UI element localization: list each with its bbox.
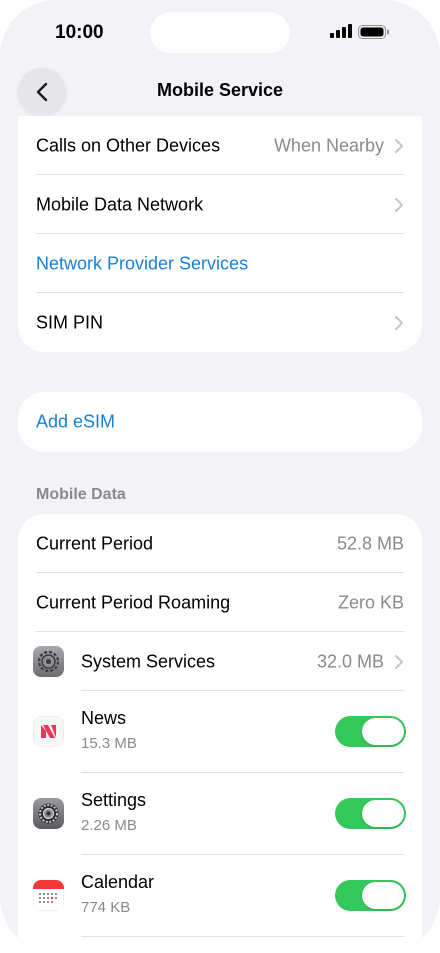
navigation-bar: Mobile Service (0, 66, 440, 116)
calendar-toggle[interactable] (335, 880, 406, 911)
dynamic-island (150, 12, 290, 53)
mobile-data-group: Current Period 52.8 MB Current Period Ro… (18, 514, 422, 953)
row-label: Current Period (36, 533, 154, 553)
row-label: Calls on Other Devices (36, 135, 221, 155)
network-provider-services-link[interactable]: Network Provider Services (18, 234, 422, 293)
row-value: 52.8 MB (336, 533, 404, 553)
page-title: Mobile Service (156, 80, 284, 100)
toggle-knob (362, 800, 404, 827)
row-label: Current Period Roaming (36, 592, 231, 612)
cellular-signal-icon (330, 24, 352, 38)
calendar-icon (33, 880, 64, 911)
network-settings-group: Calls on Other Devices When Nearby Mobil… (18, 116, 422, 352)
app-usage: 2.26 MB (81, 817, 137, 834)
row-value: 32.0 MB (316, 651, 384, 671)
mobile-data-network-row[interactable]: Mobile Data Network (18, 175, 422, 234)
news-icon (33, 716, 64, 747)
row-label: SIM PIN (36, 312, 104, 332)
system-services-gear-icon (33, 646, 64, 677)
news-toggle[interactable] (335, 716, 406, 747)
settings-toggle[interactable] (335, 798, 406, 829)
chevron-right-icon (395, 315, 403, 330)
battery-icon (358, 25, 389, 39)
toggle-knob (362, 718, 404, 745)
calls-on-other-devices-row[interactable]: Calls on Other Devices When Nearby (18, 116, 422, 175)
chevron-right-icon (395, 138, 403, 153)
chevron-right-icon (395, 197, 403, 212)
current-period-roaming-row: Current Period Roaming Zero KB (18, 573, 422, 632)
toggle-knob (362, 882, 404, 909)
system-services-row[interactable]: System Services 32.0 MB (18, 632, 422, 691)
app-name: Calendar (81, 872, 155, 892)
app-usage: 15.3 MB (81, 735, 137, 752)
esim-group: Add eSIM (18, 392, 422, 452)
status-bar: 10:00 (0, 0, 440, 66)
app-name: Settings (81, 790, 147, 810)
row-label: System Services (81, 651, 216, 671)
section-header-mobile-data: Mobile Data (36, 486, 126, 503)
app-row-news: News 15.3 MB (18, 691, 422, 773)
row-label: Mobile Data Network (36, 194, 204, 214)
row-label: Add eSIM (36, 411, 116, 432)
current-period-row: Current Period 52.8 MB (18, 514, 422, 573)
app-name: News (81, 708, 127, 728)
chevron-right-icon (395, 654, 403, 669)
phone-screen: 10:00 Mobile Service Calls on Other Devi… (0, 0, 440, 953)
app-usage: 774 KB (81, 899, 131, 916)
status-time: 10:00 (55, 22, 104, 43)
row-value: Zero KB (337, 592, 404, 612)
separator (81, 936, 404, 937)
add-esim-button[interactable]: Add eSIM (18, 392, 422, 452)
settings-gear-icon (33, 798, 64, 829)
row-value: When Nearby (273, 135, 384, 155)
app-row-settings: Settings 2.26 MB (18, 773, 422, 855)
row-label: Network Provider Services (36, 253, 249, 273)
sim-pin-row[interactable]: SIM PIN (18, 293, 422, 352)
app-row-calendar: Calendar 774 KB (18, 855, 422, 937)
